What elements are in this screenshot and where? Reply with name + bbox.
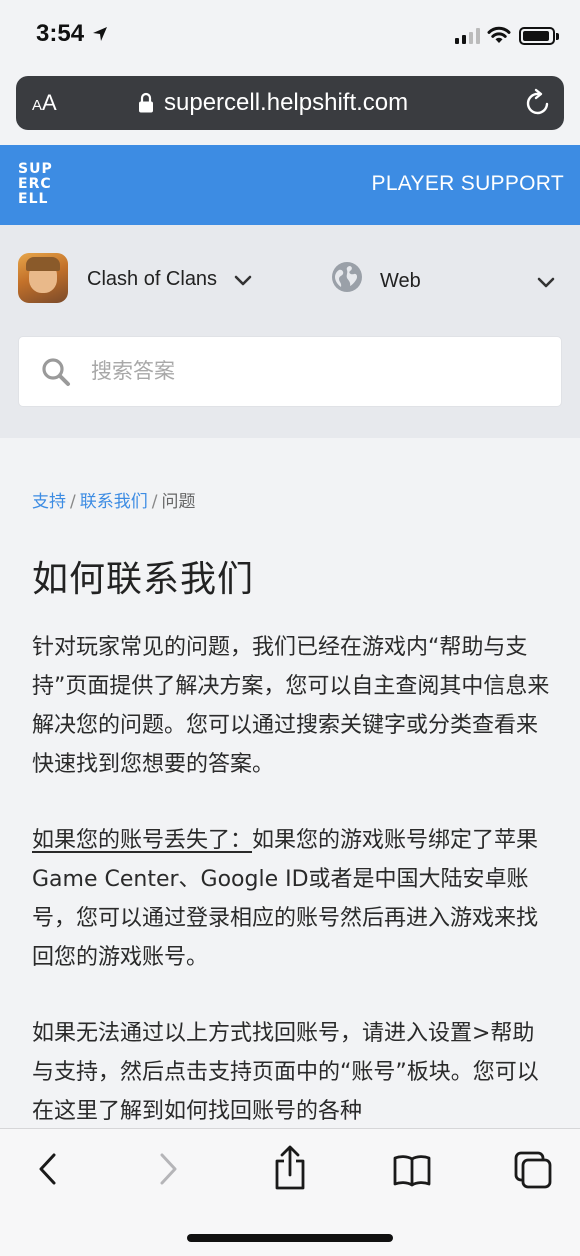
supercell-logo[interactable]: SUP ERC ELL — [18, 162, 66, 210]
share-icon[interactable] — [272, 1145, 308, 1191]
reader-text-size-button[interactable]: AA — [32, 90, 57, 116]
breadcrumb-separator: / — [151, 492, 158, 512]
search-box[interactable] — [18, 336, 562, 407]
status-bar: 3:54 — [0, 0, 580, 72]
site-header: SUP ERC ELL PLAYER SUPPORT — [0, 145, 580, 225]
tabs-icon[interactable] — [514, 1151, 554, 1191]
page-title: 如何联系我们 — [32, 559, 255, 600]
breadcrumb-contact-link[interactable]: 联系我们 — [80, 492, 148, 512]
breadcrumb-support-link[interactable]: 支持 — [32, 492, 66, 512]
breadcrumb: 支持 / 联系我们 / 问题 — [32, 487, 195, 512]
selector-panel: Clash of Clans Web — [0, 225, 580, 438]
reload-icon[interactable] — [524, 88, 552, 118]
home-indicator[interactable] — [187, 1234, 393, 1242]
article-content: 支持 / 联系我们 / 问题 如何联系我们 针对玩家常见的问题，我们已经在游戏内“帮助与… — [0, 438, 580, 1128]
status-time: 3:54 — [36, 20, 85, 47]
breadcrumb-separator: / — [70, 492, 76, 512]
clash-of-clans-app-icon[interactable] — [18, 253, 68, 303]
battery-icon — [519, 27, 559, 45]
bookmarks-icon[interactable] — [392, 1153, 432, 1187]
lock-icon — [139, 92, 153, 113]
article-paragraph: 如果您的账号丢失了：如果您的游戏账号绑定了苹果Game Center、Googl… — [32, 821, 552, 977]
breadcrumb-current: 问题 — [161, 492, 196, 512]
address-bar[interactable]: AA supercell.helpshift.com — [16, 76, 564, 130]
game-selector[interactable]: Clash of Clans — [87, 268, 217, 291]
search-icon — [42, 358, 70, 386]
location-arrow-icon — [93, 27, 107, 41]
globe-icon — [332, 262, 362, 292]
back-icon[interactable] — [34, 1149, 60, 1189]
article-paragraph: 针对玩家常见的问题，我们已经在游戏内“帮助与支持”页面提供了解决方案，您可以自主… — [32, 635, 550, 777]
chevron-down-icon[interactable] — [234, 275, 252, 287]
cellular-signal-icon — [455, 28, 480, 44]
platform-selector[interactable]: Web — [380, 270, 421, 293]
player-support-link[interactable]: PLAYER SUPPORT — [372, 172, 564, 196]
article-paragraph: 如果无法通过以上方式找回账号，请进入设置>帮助与支持，然后点击支持页面中的“账号… — [32, 1021, 539, 1124]
forward-icon[interactable] — [156, 1149, 182, 1189]
chevron-down-icon[interactable] — [537, 277, 555, 289]
wifi-icon — [487, 26, 511, 43]
url-text[interactable]: supercell.helpshift.com — [164, 89, 408, 117]
lost-account-heading: 如果您的账号丢失了： — [32, 828, 253, 853]
search-input[interactable] — [91, 359, 531, 383]
